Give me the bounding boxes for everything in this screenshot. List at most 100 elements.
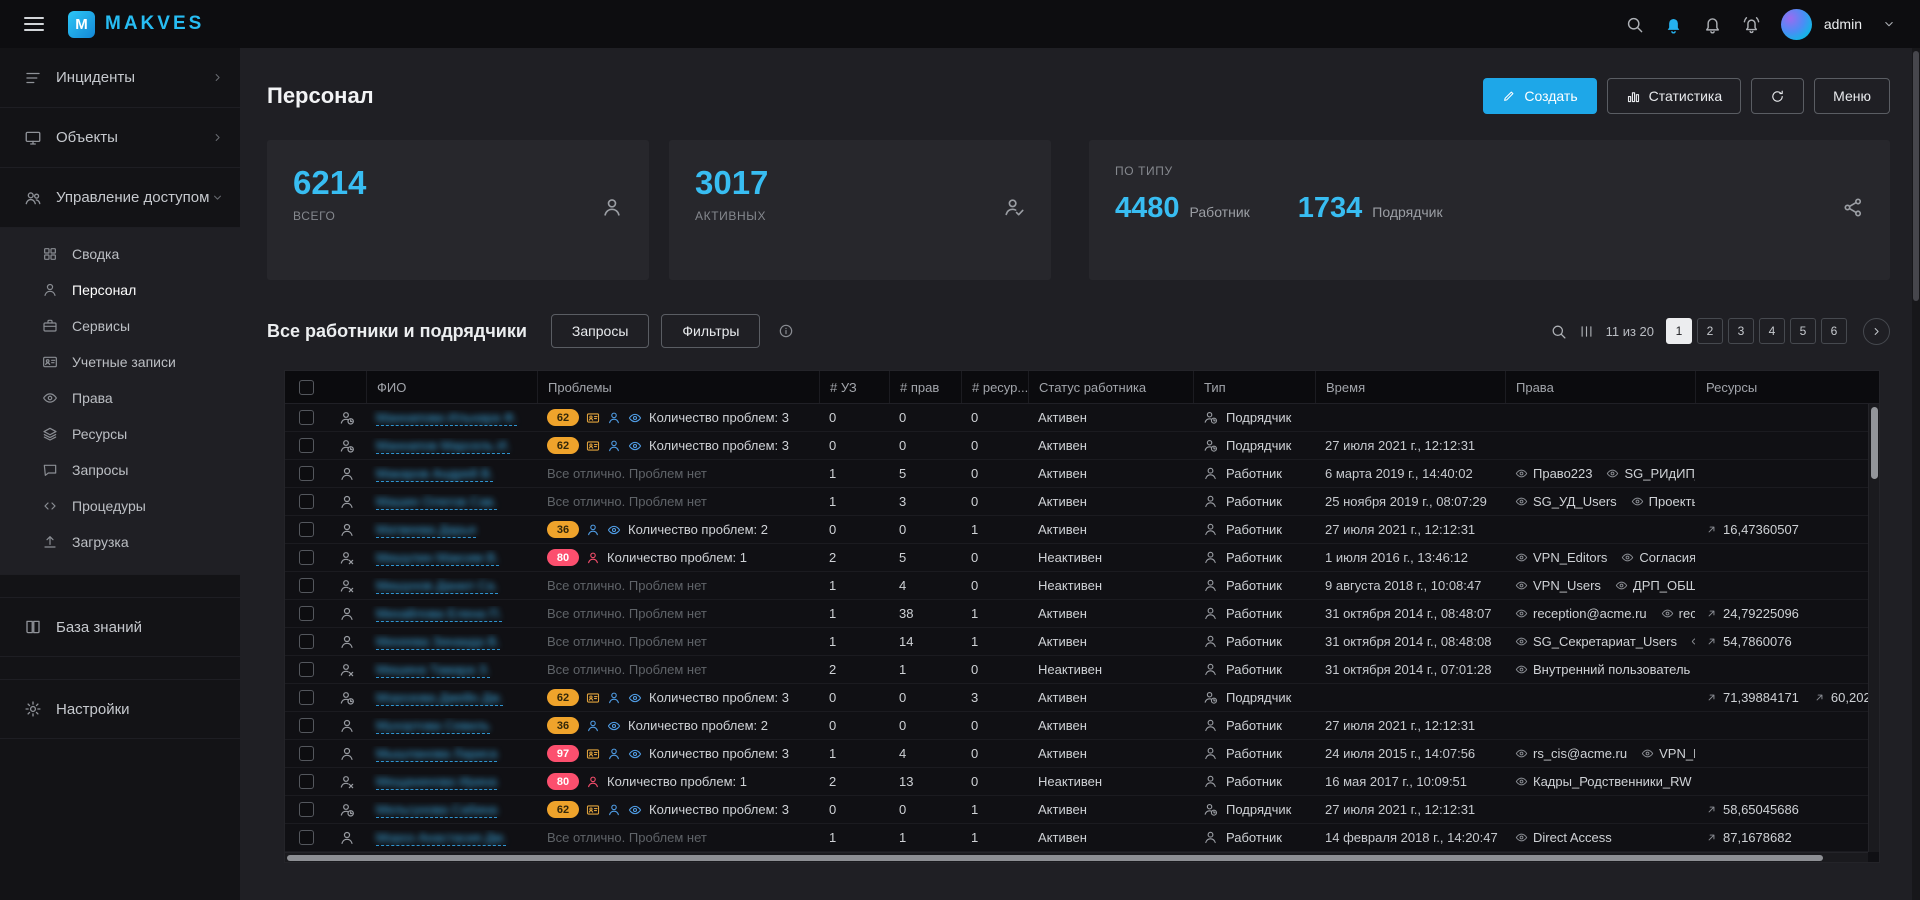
column-time[interactable]: Время (1315, 371, 1505, 403)
right-item[interactable]: SG_РИдИП_Users (1606, 466, 1695, 481)
employee-name-link[interactable]: Маннапова Ильнара Ф. (376, 410, 517, 426)
resource-item[interactable]: 54,7860076 (1705, 634, 1792, 649)
column-rights-count[interactable]: # прав (889, 371, 961, 403)
row-checkbox[interactable] (299, 662, 314, 677)
row-checkbox[interactable] (299, 494, 314, 509)
column-type[interactable]: Тип (1193, 371, 1315, 403)
resource-item[interactable]: 24,79225096 (1705, 606, 1799, 621)
column-resources[interactable]: Ресурсы (1695, 371, 1868, 403)
employee-name-link[interactable]: Матвеева Дарья (376, 522, 476, 538)
employee-name-link[interactable]: Мухортова Севиль (376, 718, 490, 734)
alarm-bell-icon[interactable] (1742, 15, 1761, 34)
page-button-1[interactable]: 1 (1666, 318, 1692, 344)
search-icon[interactable] (1625, 15, 1644, 34)
columns-icon[interactable] (1579, 324, 1594, 339)
right-item[interactable]: ДРП_ОБЩЕЕ (1615, 578, 1695, 593)
sidebar-item-settings[interactable]: Настройки (0, 679, 240, 739)
row-checkbox[interactable] (299, 410, 314, 425)
menu-button[interactable]: Меню (1814, 78, 1890, 114)
row-checkbox[interactable] (299, 634, 314, 649)
table-horizontal-scrollbar[interactable] (285, 852, 1868, 862)
alerts-bell-icon[interactable] (1703, 15, 1722, 34)
employee-name-link[interactable]: Маннапов Марсель И. (376, 438, 510, 454)
right-item[interactable]: reception@acme.ru (1515, 606, 1647, 621)
right-item[interactable]: SG_Секретариат_Users (1515, 634, 1677, 649)
chevron-down-icon[interactable] (1882, 17, 1896, 31)
brand[interactable]: M MAKVES (68, 11, 204, 38)
employee-name-link[interactable]: Михайлова Елена П. (376, 606, 502, 622)
employee-name-link[interactable]: Макаров Андрей В. (376, 466, 493, 482)
resource-item[interactable]: 60,20215477 (1813, 690, 1868, 705)
column-uz[interactable]: # УЗ (819, 371, 889, 403)
table-search-icon[interactable] (1550, 323, 1567, 340)
avatar[interactable] (1781, 9, 1812, 40)
sidebar-item-incidents[interactable]: Инциденты (0, 48, 240, 108)
row-checkbox[interactable] (299, 578, 314, 593)
row-checkbox[interactable] (299, 830, 314, 845)
right-item[interactable]: Внутренний пользователь (1515, 662, 1690, 677)
employee-name-link[interactable]: Мещанинова Ирина (376, 774, 497, 790)
column-resources-count[interactable]: # ресур... (961, 371, 1028, 403)
right-item[interactable]: Согласия клиентов (1621, 550, 1695, 565)
employee-name-link[interactable]: Мишина Тамара З. (376, 662, 490, 678)
row-checkbox[interactable] (299, 466, 314, 481)
share-icon[interactable] (1842, 197, 1864, 224)
scrollbar-thumb[interactable] (1913, 51, 1919, 301)
page-button-3[interactable]: 3 (1728, 318, 1754, 344)
right-item[interactable]: Право223 (1515, 466, 1592, 481)
row-checkbox[interactable] (299, 522, 314, 537)
create-button[interactable]: Создать (1483, 78, 1596, 114)
filters-button[interactable]: Фильтры (661, 314, 760, 348)
employee-name-link[interactable]: Машин Олегов Сав. (376, 494, 497, 510)
right-item[interactable]: reception (1661, 606, 1695, 621)
resource-item[interactable]: 58,65045686 (1705, 802, 1799, 817)
resource-item[interactable]: 71,39884171 (1705, 690, 1799, 705)
right-item[interactable]: VPN_Network (1641, 746, 1695, 761)
user-name[interactable]: admin (1824, 16, 1862, 32)
page-button-6[interactable]: 6 (1821, 318, 1847, 344)
right-item[interactable]: VPN_Users (1515, 578, 1601, 593)
sidebar-subitem-7[interactable]: Процедуры (0, 488, 240, 524)
table-vertical-scrollbar[interactable] (1868, 404, 1879, 852)
resource-item[interactable]: 16,47360507 (1705, 522, 1799, 537)
sidebar-subitem-1[interactable]: Персонал (0, 272, 240, 308)
sidebar-subitem-8[interactable]: Загрузка (0, 524, 240, 560)
right-item[interactable]: SG_УД_Users (1515, 494, 1617, 509)
row-checkbox[interactable] (299, 550, 314, 565)
right-item[interactable]: Кадры_Родственники_RW (1515, 774, 1692, 789)
page-scrollbar[interactable] (1912, 48, 1920, 900)
employee-name-link[interactable]: Мороз Анастасия Дм. (376, 830, 506, 846)
column-fio[interactable]: ФИО (366, 371, 537, 403)
sidebar-subitem-3[interactable]: Учетные записи (0, 344, 240, 380)
sidebar-subitem-0[interactable]: Сводка (0, 236, 240, 272)
menu-toggle-button[interactable] (24, 17, 44, 31)
column-problems[interactable]: Проблемы (537, 371, 819, 403)
employee-name-link[interactable]: Мышланова Лариса (376, 746, 497, 762)
employee-name-link[interactable]: Мишулин Максим В. (376, 550, 499, 566)
sidebar-subitem-4[interactable]: Права (0, 380, 240, 416)
row-checkbox[interactable] (299, 746, 314, 761)
employee-name-link[interactable]: Морозова Джейн Дж. (376, 690, 503, 706)
scrollbar-thumb[interactable] (287, 855, 1823, 861)
right-item[interactable]: VPN_Editors (1515, 550, 1607, 565)
requests-button[interactable]: Запросы (551, 314, 649, 348)
sidebar-item-access-management[interactable]: Управление доступом (0, 168, 240, 228)
scrollbar-thumb[interactable] (1871, 407, 1878, 479)
right-item[interactable]: Direct Access (1515, 830, 1612, 845)
column-rights[interactable]: Права (1505, 371, 1695, 403)
employee-name-link[interactable]: Мишунов Данил Са. (376, 578, 498, 594)
row-checkbox[interactable] (299, 438, 314, 453)
select-all-checkbox[interactable] (299, 380, 314, 395)
row-checkbox[interactable] (299, 718, 314, 733)
row-checkbox[interactable] (299, 802, 314, 817)
page-button-2[interactable]: 2 (1697, 318, 1723, 344)
row-checkbox[interactable] (299, 606, 314, 621)
resource-item[interactable]: 87,1678682 (1705, 830, 1792, 845)
next-page-button[interactable] (1863, 318, 1890, 345)
employee-name-link[interactable]: Мельгунова Сабина (376, 802, 497, 818)
right-item[interactable]: Проекты_МСК (1631, 494, 1695, 509)
employee-name-link[interactable]: Михеева Зинаида В. (376, 634, 500, 650)
refresh-button[interactable] (1751, 78, 1804, 114)
statistics-button[interactable]: Статистика (1607, 78, 1742, 114)
sidebar-subitem-2[interactable]: Сервисы (0, 308, 240, 344)
